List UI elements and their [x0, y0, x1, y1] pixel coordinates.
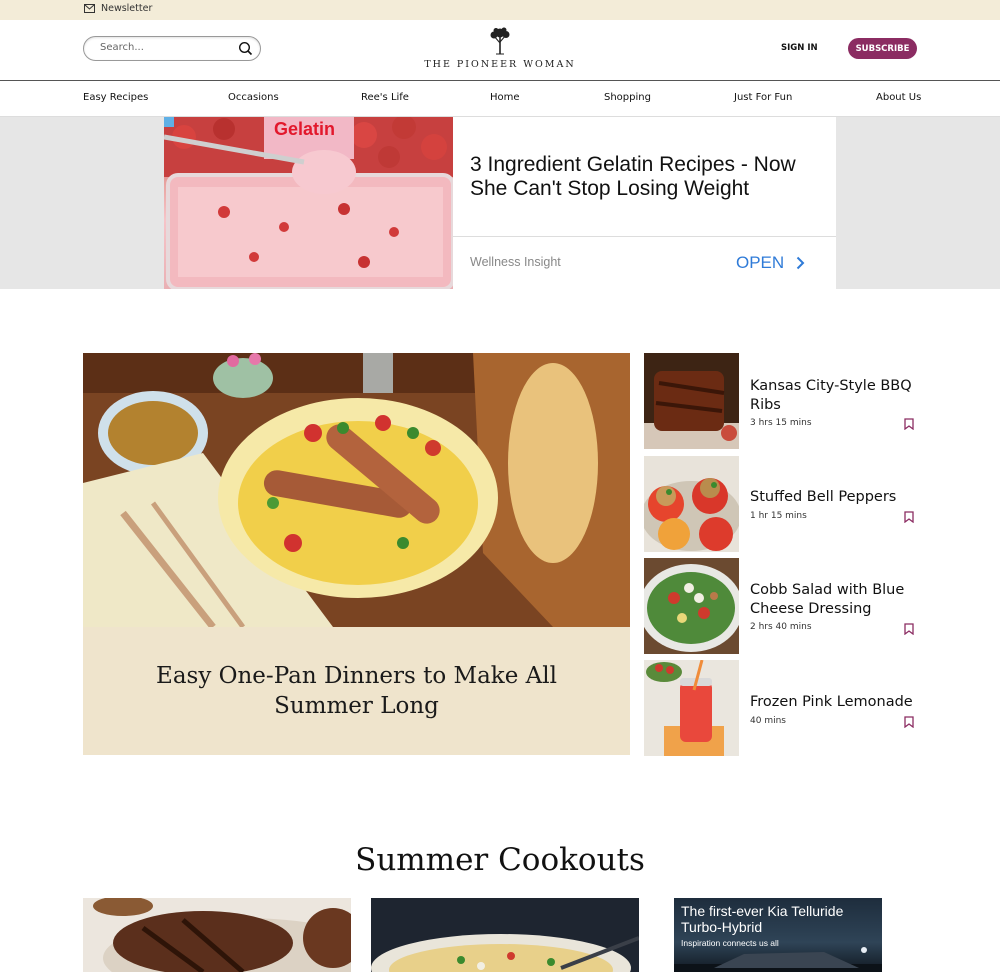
pasta-salad-image [371, 898, 639, 972]
subscribe-button[interactable]: SUBSCRIBE [848, 38, 917, 59]
search-icon[interactable] [238, 41, 253, 56]
ribs-image [644, 353, 739, 449]
bookmark-icon[interactable] [904, 623, 914, 635]
newsletter-label: Newsletter [101, 3, 153, 14]
recipe-time: 2 hrs 40 mins [750, 622, 812, 632]
search-input[interactable]: Search... [83, 36, 261, 61]
recipe-thumbnail[interactable] [644, 660, 739, 756]
ad-divider [453, 236, 836, 237]
nav-item-rees-life[interactable]: Ree's Life [361, 92, 409, 103]
ad-open-button[interactable]: OPEN [736, 253, 805, 273]
kia-ad[interactable]: The first-ever Kia Telluride Turbo-Hybri… [674, 898, 882, 972]
recipe-title[interactable]: Cobb Salad with Blue Cheese Dressing [750, 581, 915, 619]
ad-image-text: Gelatin [274, 119, 335, 139]
pink-lemonade-image [644, 660, 739, 756]
nav-item-home[interactable]: Home [490, 92, 520, 103]
top-bar: Newsletter [0, 0, 1000, 20]
cobb-salad-image [644, 558, 739, 654]
recipe-card[interactable]: Cobb Salad with Blue Cheese Dressing 2 h… [644, 558, 917, 654]
sign-in-link[interactable]: SIGN IN [781, 43, 818, 53]
main-nav: Easy Recipes Occasions Ree's Life Home S… [0, 81, 1000, 117]
featured-title[interactable]: Easy One-Pan Dinners to Make All Summer … [103, 661, 610, 721]
mail-icon [84, 4, 95, 13]
featured-caption[interactable]: Easy One-Pan Dinners to Make All Summer … [83, 627, 630, 755]
newsletter-link[interactable]: Newsletter [84, 3, 152, 14]
recipe-time: 1 hr 15 mins [750, 511, 807, 521]
bookmark-icon[interactable] [904, 716, 914, 728]
recipe-card[interactable]: Kansas City-Style BBQ Ribs 3 hrs 15 mins [644, 353, 917, 449]
chevron-right-icon [796, 256, 805, 270]
recipe-card[interactable]: Stuffed Bell Peppers 1 hr 15 mins [644, 456, 917, 552]
ad-headline[interactable]: 3 Ingredient Gelatin Recipes - Now She C… [470, 153, 820, 201]
recipe-card[interactable]: Frozen Pink Lemonade 40 mins [644, 660, 917, 756]
nav-item-shopping[interactable]: Shopping [604, 92, 651, 103]
ad-choices-icon[interactable] [164, 117, 174, 127]
bookmark-icon[interactable] [904, 418, 914, 430]
nav-item-about-us[interactable]: About Us [876, 92, 921, 103]
site-logo[interactable]: THE PIONEER WOMAN [400, 27, 600, 75]
recipe-time: 40 mins [750, 716, 786, 726]
bookmark-icon[interactable] [904, 511, 914, 523]
recipe-title[interactable]: Stuffed Bell Peppers [750, 488, 915, 507]
recipe-title[interactable]: Frozen Pink Lemonade [750, 693, 915, 712]
ad-open-label: OPEN [736, 253, 785, 272]
search-placeholder: Search... [100, 42, 144, 53]
logo-text: THE PIONEER WOMAN [424, 59, 576, 70]
tree-logo-icon [490, 27, 510, 55]
stuffed-peppers-image [644, 456, 739, 552]
nav-item-easy-recipes[interactable]: Easy Recipes [83, 92, 148, 103]
recipe-thumbnail[interactable] [644, 353, 739, 449]
gelatin-dish-image: Gelatin [164, 117, 453, 289]
sponsored-ad[interactable]: Gelatin 3 Ingredient Gelatin Recipes - N… [164, 117, 836, 289]
cookout-card[interactable] [371, 898, 639, 972]
sausage-dinner-image [83, 353, 630, 627]
site-header: Search... THE PIONEER WOMAN SIGN IN SUBS… [0, 20, 1000, 81]
steak-image [83, 898, 351, 972]
recipe-thumbnail[interactable] [644, 558, 739, 654]
section-title: Summer Cookouts [355, 842, 645, 878]
recipe-thumbnail[interactable] [644, 456, 739, 552]
nav-item-just-for-fun[interactable]: Just For Fun [734, 92, 792, 103]
featured-image[interactable] [83, 353, 630, 627]
ad-source: Wellness Insight [470, 255, 561, 269]
recipe-title[interactable]: Kansas City-Style BBQ Ribs [750, 377, 915, 415]
recipe-time: 3 hrs 15 mins [750, 418, 812, 428]
nav-item-occasions[interactable]: Occasions [228, 92, 279, 103]
kia-ad-title[interactable]: The first-ever Kia Telluride Turbo-Hybri… [681, 903, 876, 935]
cookout-card[interactable] [83, 898, 351, 972]
car-image [674, 947, 882, 972]
ad-image[interactable]: Gelatin [164, 117, 453, 289]
